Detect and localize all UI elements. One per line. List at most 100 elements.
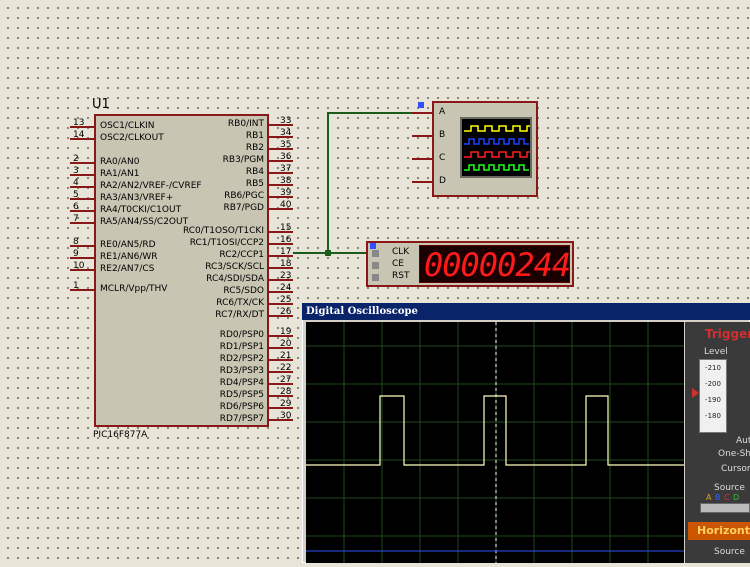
pin-number: 20	[280, 339, 292, 349]
pin-number: 35	[280, 140, 292, 150]
scope-probe-marker	[418, 102, 424, 108]
channel-pin-line	[412, 112, 432, 114]
counter-pin-label: RST	[392, 271, 410, 281]
pin-name: OSC1/CLKIN	[100, 121, 155, 131]
pin-name: RC3/SCK/SCL	[205, 262, 264, 272]
trigger-oneshot-label[interactable]: One-Shot	[718, 449, 750, 459]
pin-number: 37	[280, 164, 292, 174]
pin-number: 27	[280, 375, 292, 385]
pin-name: RB5	[245, 179, 264, 189]
counter-probe-marker	[370, 243, 376, 249]
pin-name: RB0/INT	[227, 119, 264, 129]
trigger-source-label: Source	[714, 483, 745, 493]
mini-trace-a	[464, 125, 534, 132]
pin-name: RD2/PSP2	[219, 354, 264, 364]
pin-name: RD1/PSP1	[219, 342, 264, 352]
pin-number: 28	[280, 387, 292, 397]
pin-name: RC7/RX/DT	[215, 310, 264, 320]
channel-pin-line	[412, 181, 432, 183]
counter-pin-marker	[372, 262, 379, 269]
scope-window-title[interactable]: Digital Oscilloscope	[302, 303, 750, 320]
pin-name: RB3/PGM	[222, 155, 264, 165]
pin-number: 38	[280, 176, 292, 186]
pin-name: RA5/AN4/SS/C2OUT	[100, 217, 189, 227]
horizontal-title: Horizontal	[697, 524, 750, 537]
pin-number: 7	[73, 214, 79, 224]
pin-number: 29	[280, 399, 292, 409]
pin-number: 22	[280, 363, 292, 373]
knob-tick-label: -210	[705, 364, 721, 372]
knob-tick-label: -180	[705, 412, 721, 420]
pin-name: RD6/PSP6	[219, 402, 264, 412]
pin-number: 24	[280, 283, 292, 293]
pin-name: MCLR/Vpp/THV	[100, 284, 168, 294]
trigger-cursors-label[interactable]: Cursors	[721, 464, 750, 474]
chip-part-name: PIC16F877A	[93, 430, 148, 440]
oscilloscope-mini-screen	[460, 117, 534, 178]
pin-name: RC2/CCP1	[219, 250, 264, 260]
pin-number: 2	[73, 154, 79, 164]
channel-label: B	[439, 130, 446, 140]
pin-number: 15	[280, 223, 292, 233]
pin-name: RC0/T1OSO/T1CKI	[182, 226, 264, 236]
pin-number: 26	[280, 307, 292, 317]
pin-number: 23	[280, 271, 292, 281]
knob-tick-label: -200	[705, 380, 721, 388]
trigger-source-slider[interactable]	[700, 503, 750, 513]
pin-number: 25	[280, 295, 292, 305]
pin-number: 4	[73, 178, 79, 188]
pin-number: 16	[280, 235, 292, 245]
pin-name: RB7/PGD	[223, 203, 264, 213]
pin-number: 9	[73, 249, 79, 259]
source-letter[interactable]: B	[715, 493, 721, 502]
counter-display-value: 00000244	[424, 246, 571, 284]
wire-ccp1-to-scope	[293, 112, 430, 254]
channel-label: A	[439, 107, 446, 117]
trigger-level-slider-icon[interactable]	[692, 388, 699, 398]
pin-name: RB4	[245, 167, 264, 177]
pin-number: 8	[73, 237, 79, 247]
channel-label: D	[439, 176, 446, 186]
trigger-level-knob[interactable]: -210 -200 -190 -180	[699, 359, 727, 433]
pin-name: RC5/SDO	[223, 286, 264, 296]
pin-number: 18	[280, 259, 292, 269]
mini-trace-d	[464, 164, 529, 171]
mini-trace-group	[464, 125, 534, 171]
pin-name: RA1/AN1	[100, 169, 140, 179]
trigger-level-label: Level	[704, 347, 728, 357]
knob-tick-list: -210 -200 -190 -180	[700, 364, 726, 420]
pin-name: RE2/AN7/CS	[100, 264, 155, 274]
pin-name: RD3/PSP3	[219, 366, 264, 376]
pin-name: RC6/TX/CK	[216, 298, 264, 308]
pin-name: RB6/PGC	[224, 191, 264, 201]
pin-number: 36	[280, 152, 292, 162]
pin-name: RD5/PSP5	[219, 390, 264, 400]
channel-label: C	[439, 153, 446, 163]
counter-pin-label: CE	[392, 259, 404, 269]
horizontal-source-label: Source	[714, 547, 745, 557]
scope-plot-area	[306, 322, 684, 563]
plot-grid	[306, 322, 684, 563]
pin-number: 39	[280, 188, 292, 198]
source-letter[interactable]: D	[733, 493, 739, 502]
chip-reference: U1	[92, 97, 110, 112]
trigger-title: Trigger	[705, 327, 750, 341]
pin-name: OSC2/CLKOUT	[100, 133, 164, 143]
pin-name: RE1/AN6/WR	[100, 252, 158, 262]
pin-name: RB2	[245, 143, 264, 153]
pin-name: RC1/T1OSI/CCP2	[189, 238, 264, 248]
channel-a-trace	[306, 395, 684, 466]
pin-name: RE0/AN5/RD	[100, 240, 156, 250]
trigger-auto-label[interactable]: Auto	[736, 436, 750, 446]
pin-number: 40	[280, 200, 292, 210]
pin-name: RA3/AN3/VREF+	[100, 193, 174, 203]
source-letter[interactable]: A	[706, 493, 711, 502]
pin-number: 33	[280, 116, 292, 126]
pin-number: 34	[280, 128, 292, 138]
pin-number: 5	[73, 190, 79, 200]
source-letter[interactable]: C	[724, 493, 730, 502]
pin-name: RD4/PSP4	[219, 378, 264, 388]
pin-name: RD7/PSP7	[219, 414, 264, 424]
counter-pin-marker	[372, 250, 379, 257]
pin-number: 3	[73, 166, 79, 176]
